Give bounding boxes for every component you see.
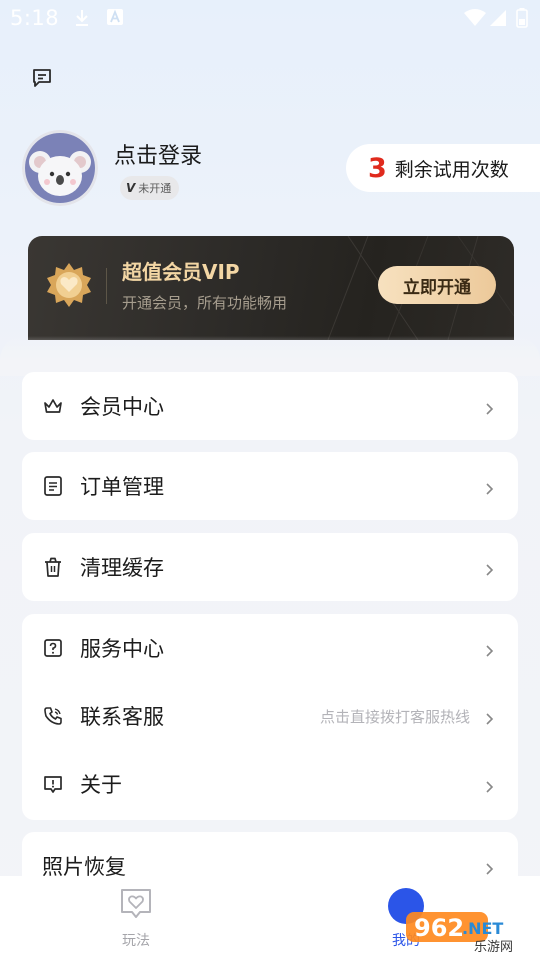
tab-play[interactable]: 玩法: [110, 886, 162, 950]
chevron-right-icon: [484, 561, 496, 576]
watermark-logo: 962 .NET 乐游网: [404, 910, 534, 955]
watermark-sub: 乐游网: [474, 940, 513, 954]
menu-label-member-center: 会员中心: [80, 395, 164, 419]
chevron-right-icon: [484, 480, 496, 495]
signal-icon: [490, 10, 506, 30]
member-center-card: 会员中心: [22, 372, 518, 440]
contact-service-hint: 点击直接拨打客服热线: [319, 707, 470, 726]
menu-label-clear-cache: 清理缓存: [80, 556, 164, 580]
menu-item-member-center[interactable]: 会员中心: [22, 372, 518, 440]
phone-icon: [42, 705, 64, 727]
order-management-card: 订单管理: [22, 452, 518, 520]
message-icon: [30, 66, 54, 94]
menu-item-order-management[interactable]: 订单管理: [22, 452, 518, 520]
trial-count-pill[interactable]: 3 剩余试用次数: [346, 144, 540, 192]
chevron-right-icon: [484, 778, 496, 793]
heart-chat-icon: [118, 889, 154, 926]
vip-card[interactable]: 超值会员VIP 开通会员，所有功能畅用 立即开通: [28, 236, 514, 340]
wifi-icon: [464, 9, 486, 31]
menu-label-service-center: 服务中心: [80, 637, 164, 661]
open-vip-button[interactable]: 立即开通: [378, 266, 496, 304]
menu-item-contact-service[interactable]: 联系客服 点击直接拨打客服热线: [22, 682, 518, 750]
vip-status-badge: V 未开通: [120, 176, 180, 200]
watermark-net: .NET: [462, 919, 503, 938]
menu-item-service-center[interactable]: 服务中心: [22, 614, 518, 682]
status-bar: 5:18: [0, 0, 540, 36]
battery-icon: [516, 8, 528, 32]
koala-avatar-icon: [25, 133, 95, 203]
vip-divider: [106, 268, 107, 304]
menu-label-about: 关于: [80, 773, 122, 797]
watermark-brand: 962: [414, 914, 464, 942]
vip-badge-letter: V: [126, 181, 136, 195]
service-card: 服务中心 联系客服 点击直接拨打客服热线 关于: [22, 614, 518, 820]
help-icon: [42, 637, 64, 659]
a-notification-icon: [106, 8, 124, 30]
tab-play-label: 玩法: [122, 933, 150, 949]
profile-section: 点击登录 V 未开通 3 剩余试用次数: [22, 130, 540, 210]
avatar[interactable]: [22, 130, 98, 206]
chevron-right-icon: [484, 860, 496, 875]
message-button[interactable]: [26, 64, 58, 96]
vip-badge-text: 未开通: [138, 182, 172, 195]
panel-top-fade: [0, 336, 540, 376]
menu-label-order-management: 订单管理: [80, 475, 164, 499]
login-link[interactable]: 点击登录: [114, 138, 202, 170]
menu-item-clear-cache[interactable]: 清理缓存: [22, 533, 518, 601]
info-icon: [42, 773, 64, 795]
chevron-right-icon: [484, 400, 496, 415]
vip-title: 超值会员VIP: [122, 260, 240, 284]
chevron-right-icon: [484, 710, 496, 725]
document-icon: [42, 475, 64, 497]
vip-medal-icon: [46, 262, 92, 308]
status-time: 5:18: [10, 6, 60, 30]
crown-icon: [42, 395, 64, 417]
trial-count: 3: [368, 152, 387, 184]
vip-subtitle: 开通会员，所有功能畅用: [122, 294, 288, 312]
menu-item-about[interactable]: 关于: [22, 750, 518, 818]
trash-icon: [42, 556, 64, 578]
trial-label: 剩余试用次数: [394, 158, 509, 181]
menu-label-contact-service: 联系客服: [80, 705, 164, 729]
clear-cache-card: 清理缓存: [22, 533, 518, 601]
download-icon: [72, 8, 92, 32]
chevron-right-icon: [484, 642, 496, 657]
